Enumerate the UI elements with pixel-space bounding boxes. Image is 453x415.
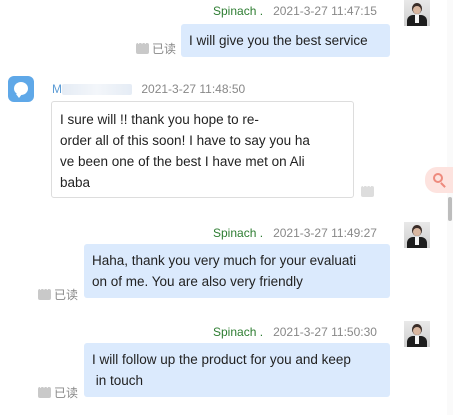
sender-name: M — [52, 82, 62, 96]
message-line: baba — [60, 175, 91, 190]
sender-name: Spinach . — [213, 4, 264, 18]
sender-name: Spinach . — [213, 226, 264, 240]
self-avatar-icon[interactable] — [404, 321, 430, 347]
message-bubble-self[interactable]: Haha, thank you very much for your evalu… — [84, 244, 390, 298]
self-avatar-icon[interactable] — [404, 222, 430, 248]
message-bubble-other[interactable]: I sure will !! thank you hope to re- ord… — [51, 101, 354, 198]
timestamp: 2021-3-27 11:47:15 — [273, 4, 377, 18]
read-label: 已读 — [54, 386, 79, 400]
more-dots-icon[interactable] — [38, 382, 51, 398]
message-4-meta: Spinach . 2021-3-27 11:50:30 — [213, 325, 377, 339]
message-bubble-self[interactable]: I will give you the best service — [181, 24, 390, 57]
message-line: I sure will !! thank you hope to re- — [60, 112, 259, 127]
message-2-meta: M 2021-3-27 11:48:50 — [52, 82, 245, 96]
timestamp: 2021-3-27 11:50:30 — [273, 325, 377, 339]
self-avatar-icon[interactable] — [404, 0, 430, 26]
read-label: 已读 — [152, 42, 177, 56]
scrollbar-thumb[interactable] — [448, 197, 452, 221]
sender-name: Spinach . — [213, 325, 264, 339]
message-line: on of me. You are also very friendly — [92, 274, 303, 289]
message-line: order all of this soon! I have to say yo… — [60, 133, 310, 148]
message-bubble-self[interactable]: I will follow up the product for you and… — [84, 343, 390, 397]
read-status: 已读 — [38, 284, 79, 303]
message-text: I will give you the best service — [189, 33, 368, 48]
more-dots-icon[interactable] — [38, 284, 51, 300]
message-line: ve been one of the best I have met on Al… — [60, 154, 305, 169]
message-1-meta: Spinach . 2021-3-27 11:47:15 — [213, 4, 377, 18]
message-3-meta: Spinach . 2021-3-27 11:49:27 — [213, 226, 377, 240]
more-dots-icon[interactable] — [136, 38, 149, 54]
read-label: 已读 — [54, 288, 79, 302]
timestamp: 2021-3-27 11:49:27 — [273, 226, 377, 240]
message-line: in touch — [92, 373, 144, 388]
more-dots-icon[interactable] — [361, 181, 374, 197]
read-status: 已读 — [38, 382, 79, 401]
message-line: Haha, thank you very much for your evalu… — [92, 253, 357, 268]
chat-bubble-avatar-icon[interactable] — [8, 76, 34, 102]
timestamp: 2021-3-27 11:48:50 — [141, 82, 246, 96]
message-line: I will follow up the product for you and… — [92, 352, 351, 367]
blurred-name — [62, 84, 132, 96]
search-icon[interactable] — [425, 167, 453, 193]
read-status: 已读 — [136, 38, 177, 57]
